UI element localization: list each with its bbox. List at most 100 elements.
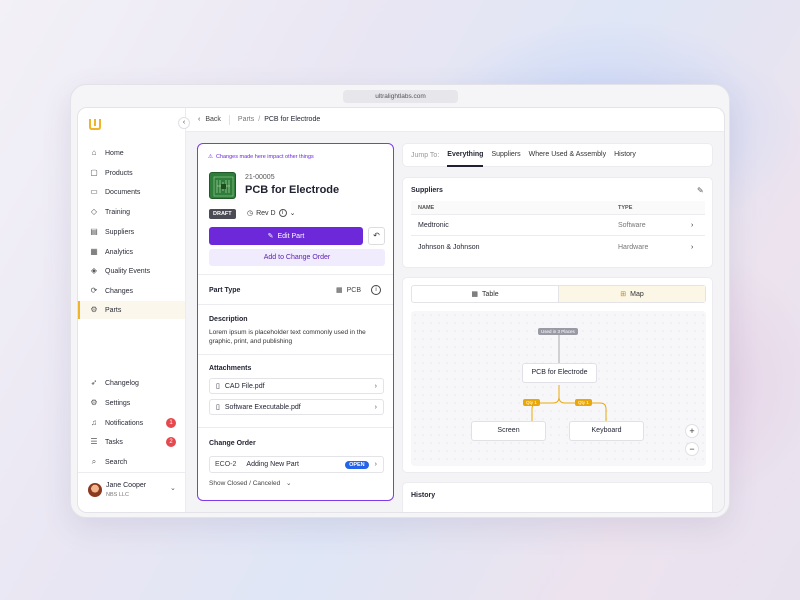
grid-icon: ▦: [336, 287, 343, 294]
back-button[interactable]: Back: [205, 116, 221, 123]
add-to-change-order-button[interactable]: Add to Change Order: [209, 249, 385, 266]
breadcrumb-parent[interactable]: Parts: [238, 116, 254, 123]
attachment-item[interactable]: ▯ Software Executable.pdf ›: [209, 399, 384, 415]
part-number: 21-00005: [245, 174, 275, 181]
back-arrow-icon: ‹: [198, 116, 201, 123]
sidebar-item-label: Parts: [105, 306, 122, 314]
sidebar-item-changes[interactable]: ⟳ Changes: [78, 282, 185, 300]
table-view-label: Table: [481, 290, 499, 298]
divider: [198, 427, 393, 428]
qty-tag: Qty 1: [523, 399, 540, 406]
table-row[interactable]: Johnson & Johnson Hardware ›: [411, 237, 705, 257]
quality-icon: ◈: [90, 266, 98, 275]
where-used-map[interactable]: Used in 3 Places PCB for Electrode Qty 1…: [411, 311, 706, 466]
show-closed-toggle[interactable]: Show Closed / Canceled ⌄: [209, 479, 291, 487]
clock-icon: ◷: [247, 210, 254, 217]
sidebar-item-documents[interactable]: ▭ Documents: [78, 183, 185, 201]
attachment-name: Software Executable.pdf: [224, 403, 301, 411]
sidebar-item-changelog[interactable]: ➶ Changelog: [78, 374, 185, 392]
sidebar-item-products[interactable]: ▢ Products: [78, 164, 185, 182]
used-in-tag: Used in 3 Places: [538, 328, 578, 335]
sidebar-item-settings[interactable]: ⚙ Settings: [78, 394, 185, 412]
part-type-value: ▦ PCB: [336, 286, 361, 295]
sidebar-item-parts[interactable]: ⚙ Parts: [78, 301, 185, 319]
change-order-label: Change Order: [209, 440, 256, 447]
sidebar-item-notifications[interactable]: ♫ Notifications 1: [78, 414, 185, 432]
sidebar-item-analytics[interactable]: ▦ Analytics: [78, 243, 185, 261]
attachment-name: CAD File.pdf: [224, 382, 265, 390]
column-header-type[interactable]: TYPE: [618, 205, 632, 211]
child-node-keyboard[interactable]: Keyboard: [569, 421, 644, 441]
where-used-card: ▦ Table ⊞ Map Used in 3 Places PCB for E…: [402, 277, 713, 473]
qty-tag: Qty 1: [575, 399, 592, 406]
device-frame: ultralightlabs.com ⌂ Home ▢ Products ▭ Docu…: [70, 84, 730, 518]
sidebar-item-tasks[interactable]: ☰ Tasks 2: [78, 433, 185, 451]
pencil-icon[interactable]: ✎: [697, 186, 704, 195]
chevron-right-icon: ›: [374, 461, 377, 468]
change-order-row[interactable]: ECO-2 Adding New Part OPEN ›: [209, 456, 384, 473]
sidebar-item-label: Home: [105, 149, 124, 157]
sidebar-item-label: Search: [105, 458, 128, 466]
chart-icon: ▦: [90, 247, 98, 256]
pencil-icon: ✎: [267, 233, 274, 240]
edit-part-label: Edit Part: [277, 232, 305, 240]
user-menu[interactable]: Jane Cooper NBS LLC ⌄: [78, 472, 185, 512]
table-row[interactable]: Medtronic Software ›: [411, 216, 705, 236]
part-thumbnail: [209, 172, 236, 199]
show-closed-label: Show Closed / Canceled: [209, 480, 281, 487]
sidebar-item-home[interactable]: ⌂ Home: [78, 144, 185, 162]
root-node[interactable]: PCB for Electrode: [522, 363, 597, 383]
bell-icon: ♫: [91, 418, 97, 427]
attachments-label: Attachments: [209, 365, 252, 372]
sidebar-item-label: Suppliers: [105, 228, 135, 236]
sidebar-item-quality-events[interactable]: ◈ Quality Events: [78, 262, 185, 280]
tab-suppliers[interactable]: Suppliers: [491, 143, 520, 167]
map-view-button[interactable]: ⊞ Map: [558, 286, 705, 302]
description-label: Description: [209, 316, 248, 323]
map-view-label: Map: [630, 290, 644, 298]
chevron-down-icon: ⌄: [170, 485, 176, 492]
chevron-right-icon: ›: [691, 222, 694, 229]
change-order-title: Adding New Part: [246, 461, 299, 468]
sidebar-item-label: Training: [105, 208, 131, 216]
warning-text: Changes made here impact other things: [215, 154, 314, 160]
table-view-button[interactable]: ▦ Table: [412, 286, 558, 302]
status-badge: OPEN: [345, 460, 369, 469]
sidebar-item-suppliers[interactable]: ▤ Suppliers: [78, 223, 185, 241]
sidebar-item-label: Products: [105, 169, 133, 177]
change-order-id: ECO-2: [215, 461, 237, 468]
zoom-in-button[interactable]: +: [685, 424, 699, 438]
sidebar-item-label: Notifications: [105, 419, 144, 427]
tab-everything[interactable]: Everything: [447, 143, 484, 167]
sidebar-item-search[interactable]: ⌕ Search: [78, 453, 185, 471]
file-icon: ▯: [216, 383, 220, 390]
document-icon: ▭: [90, 187, 98, 196]
top-bar: ‹ Back Parts / PCB for Electrode: [186, 108, 724, 132]
info-icon[interactable]: i: [371, 285, 381, 295]
user-org: NBS LLC: [106, 492, 129, 498]
avatar: [88, 483, 102, 497]
tab-where-used[interactable]: Where Used & Assembly: [529, 143, 606, 167]
undo-button[interactable]: ↶: [368, 227, 385, 245]
zoom-out-button[interactable]: −: [685, 442, 699, 456]
rocket-icon: ➶: [90, 378, 98, 387]
child-node-screen[interactable]: Screen: [471, 421, 546, 441]
suppliers-title: Suppliers: [411, 187, 443, 194]
attachment-item[interactable]: ▯ CAD File.pdf ›: [209, 378, 384, 394]
sidebar-item-label: Changelog: [105, 379, 139, 387]
supplier-type: Software: [618, 222, 646, 229]
url-bar[interactable]: ultralightlabs.com: [343, 90, 458, 103]
jump-to-bar: Jump To: Everything Suppliers Where Used…: [402, 143, 713, 167]
status-badge: DRAFT: [209, 209, 236, 219]
impact-warning: ⚠ Changes made here impact other things: [208, 154, 314, 160]
tasks-badge: 2: [166, 437, 176, 447]
edit-part-button[interactable]: ✎ Edit Part: [209, 227, 363, 245]
graduation-cap-icon: ◇: [90, 207, 98, 216]
collapse-sidebar-button[interactable]: ‹: [178, 117, 190, 129]
column-header-name[interactable]: NAME: [418, 205, 434, 211]
tab-history[interactable]: History: [614, 143, 636, 167]
sidebar-item-training[interactable]: ◇ Training: [78, 203, 185, 221]
revision-selector[interactable]: ◷ Rev D i ⌄: [247, 209, 295, 217]
sidebar-item-label: Settings: [105, 399, 131, 407]
table-icon: ▦: [471, 291, 478, 298]
